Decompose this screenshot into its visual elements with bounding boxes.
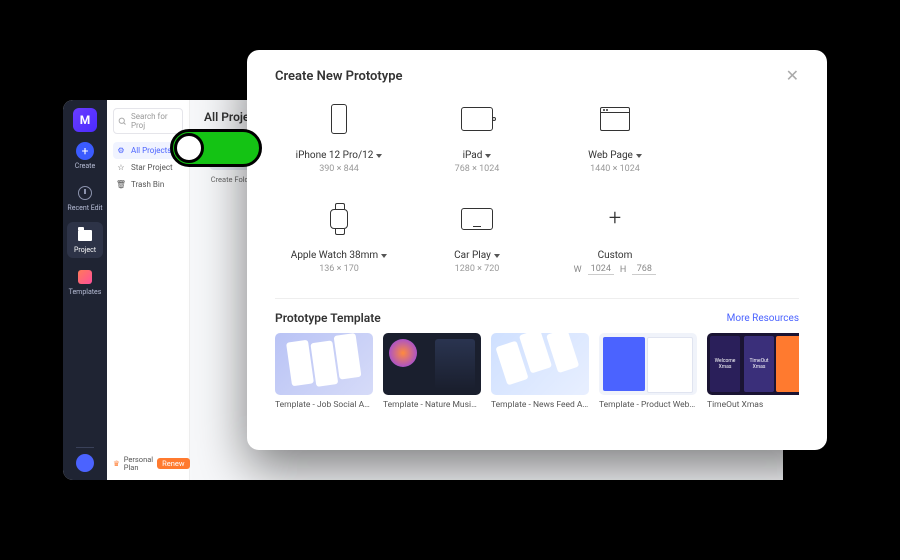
plan-label: Personal Plan — [124, 456, 153, 473]
user-avatar[interactable] — [76, 454, 94, 472]
rail-item-project[interactable]: Project — [67, 222, 103, 258]
close-icon[interactable]: ✕ — [786, 68, 799, 84]
template-thumbnail: WelcomeXmas TimeOutXmas — [707, 333, 799, 395]
device-name: Apple Watch 38mm — [291, 250, 378, 261]
device-name: Custom — [598, 250, 633, 261]
chevron-down-icon[interactable] — [636, 154, 642, 158]
gear-icon: ⚙ — [116, 146, 126, 155]
template-heading: Prototype Template — [275, 311, 381, 325]
width-label: W — [574, 265, 582, 275]
tablet-icon — [461, 100, 493, 138]
sidebar-item-trash[interactable]: 🗑 Trash Bin — [113, 176, 183, 193]
device-dims: 768 × 1024 — [455, 164, 500, 174]
rail-item-templates[interactable]: Templates — [69, 264, 102, 300]
template-row: Template - Job Social App Template - Nat… — [275, 333, 799, 410]
device-name: iPhone 12 Pro/12 — [296, 150, 374, 161]
rail-item-label: Create — [75, 162, 95, 170]
chevron-down-icon[interactable] — [381, 254, 387, 258]
template-card[interactable]: Template - Nature Music Ap — [383, 333, 481, 410]
template-thumbnail — [275, 333, 373, 395]
clock-icon — [76, 184, 94, 202]
watch-icon — [330, 200, 348, 238]
rail-item-label: Project — [74, 246, 96, 254]
device-name: iPad — [463, 150, 483, 161]
create-prototype-modal: Create New Prototype ✕ iPhone 12 Pro/12 … — [247, 50, 827, 450]
toggle-knob — [174, 133, 204, 163]
toggle-switch[interactable] — [170, 129, 262, 167]
template-name: Template - News Feed App — [491, 400, 589, 410]
rail-item-label: Recent Edit — [67, 204, 102, 212]
template-name: Template - Product Web Pa — [599, 400, 697, 410]
sidebar-item-label: Trash Bin — [131, 180, 164, 189]
crown-icon: ♛ — [113, 459, 120, 468]
device-custom[interactable]: + Custom W 1024 H 768 — [551, 194, 679, 294]
search-placeholder: Search for Proj — [131, 112, 178, 130]
phone-icon — [331, 100, 347, 138]
device-grid: iPhone 12 Pro/12 390 × 844 iPad 768 × 10… — [275, 94, 799, 294]
device-dims: 1440 × 1024 — [590, 164, 640, 174]
device-name: Web Page — [588, 150, 633, 161]
device-watch[interactable]: Apple Watch 38mm 136 × 170 — [275, 194, 403, 294]
height-label: H — [620, 265, 626, 275]
template-name: Template - Nature Music Ap — [383, 400, 481, 410]
trash-icon: 🗑 — [116, 180, 126, 189]
device-name: Car Play — [454, 250, 491, 261]
template-thumbnail — [383, 333, 481, 395]
modal-title: Create New Prototype — [275, 69, 403, 84]
search-input[interactable]: Search for Proj — [113, 108, 183, 134]
star-icon: ☆ — [116, 163, 126, 172]
more-resources-link[interactable]: More Resources — [727, 313, 799, 324]
templates-icon — [76, 268, 94, 286]
browser-icon — [600, 100, 630, 138]
folder-icon — [76, 226, 94, 244]
left-rail: M + Create Recent Edit Project Templates — [63, 100, 107, 480]
app-logo[interactable]: M — [73, 108, 97, 132]
plus-icon: + — [609, 200, 621, 238]
sidebar-item-star[interactable]: ☆ Star Project — [113, 159, 183, 176]
device-dims: 136 × 170 — [319, 264, 359, 274]
template-card[interactable]: Template - News Feed App — [491, 333, 589, 410]
sidebar-item-label: All Projects — [131, 146, 171, 155]
car-display-icon — [461, 200, 493, 238]
template-card[interactable]: Template - Product Web Pa — [599, 333, 697, 410]
device-iphone[interactable]: iPhone 12 Pro/12 390 × 844 — [275, 94, 403, 194]
device-dims: 390 × 844 — [319, 164, 359, 174]
sidebar-item-label: Star Project — [131, 163, 173, 172]
renew-button[interactable]: Renew — [157, 458, 189, 469]
template-name: TimeOut Xmas — [707, 400, 799, 410]
search-icon — [118, 117, 127, 126]
rail-divider — [76, 447, 94, 448]
template-card[interactable]: WelcomeXmas TimeOutXmas TimeOut Xmas — [707, 333, 799, 410]
rail-item-label: Templates — [69, 288, 102, 296]
template-thumbnail — [491, 333, 589, 395]
divider — [275, 298, 799, 299]
plus-circle-icon: + — [76, 142, 94, 160]
rail-item-create[interactable]: + Create — [75, 138, 95, 174]
template-name: Template - Job Social App — [275, 400, 373, 410]
device-ipad[interactable]: iPad 768 × 1024 — [413, 94, 541, 194]
rail-item-recent[interactable]: Recent Edit — [67, 180, 102, 216]
custom-height-input[interactable]: 768 — [632, 264, 656, 275]
template-card[interactable]: Template - Job Social App — [275, 333, 373, 410]
chevron-down-icon[interactable] — [376, 154, 382, 158]
custom-width-input[interactable]: 1024 — [588, 264, 614, 275]
device-dims: 1280 × 720 — [455, 264, 500, 274]
chevron-down-icon[interactable] — [485, 154, 491, 158]
device-web[interactable]: Web Page 1440 × 1024 — [551, 94, 679, 194]
chevron-down-icon[interactable] — [494, 254, 500, 258]
device-carplay[interactable]: Car Play 1280 × 720 — [413, 194, 541, 294]
template-thumbnail — [599, 333, 697, 395]
